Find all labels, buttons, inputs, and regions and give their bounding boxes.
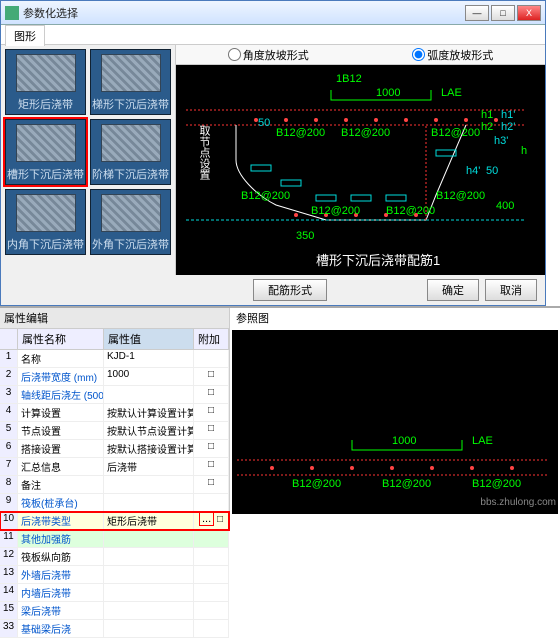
prop-row[interactable]: 11其他加强筋 [0, 530, 229, 548]
cad-node-label: 取节点设置 [196, 125, 212, 180]
palette-item-rect[interactable]: 矩形后浇带 [5, 49, 86, 115]
tab-row: 图形 [1, 25, 545, 45]
prop-row[interactable]: 1名称KJD-1 [0, 350, 229, 368]
col-extra: 附加 [194, 329, 229, 349]
cad-h2: h2 [481, 121, 493, 133]
prop-row[interactable]: 2后浇带宽度 (mm)1000□ [0, 368, 229, 386]
cad-b12-6: B12@200 [386, 205, 435, 217]
ok-button[interactable]: 确定 [427, 279, 479, 301]
cancel-button[interactable]: 取消 [485, 279, 537, 301]
preview-title: 参照图 [230, 308, 560, 328]
app-icon [5, 6, 19, 20]
dialog-buttons: 配筋形式 确定 取消 [1, 275, 545, 305]
prop-row[interactable]: 10后浇带类型矩形后浇带... □ [0, 512, 229, 530]
prop-row[interactable]: 8备注□ [0, 476, 229, 494]
prop-row[interactable]: 9筏板(桩承台) [0, 494, 229, 512]
cad-b12-3: B12@200 [431, 127, 480, 139]
prop-header: 属性名称 属性值 附加 [0, 329, 229, 350]
prop-row[interactable]: 15梁后浇带 [0, 602, 229, 620]
cad-h1: h1 [481, 109, 493, 121]
prop-row[interactable]: 12筏板纵向筋 [0, 548, 229, 566]
palette-item-outer[interactable]: 外角下沉后浇带 [90, 189, 171, 255]
close-button[interactable]: X [517, 5, 541, 21]
cad-h1p: h1' [501, 109, 515, 121]
watermark: bbs.zhulong.com [480, 497, 556, 508]
cad-b12-1: B12@200 [276, 127, 325, 139]
lower-panel: 属性编辑 属性名称 属性值 附加 1名称KJD-12后浇带宽度 (mm)1000… [0, 306, 560, 516]
cad-h: h [521, 145, 527, 157]
cad2-lae: LAE [472, 435, 493, 447]
cad2-b12b: B12@200 [382, 478, 431, 490]
col-value: 属性值 [104, 329, 194, 349]
cad-lae: LAE [441, 87, 462, 99]
cad-50a: 50 [486, 165, 498, 177]
cad-h4p: h4' [466, 165, 480, 177]
shape-palette: 矩形后浇带 梯形下沉后浇带 槽形下沉后浇带 阶梯下沉后浇带 内角下沉后浇带 外角… [1, 45, 176, 275]
palette-label: 外角下沉后浇带 [92, 236, 169, 252]
cad-b12-5: B12@200 [311, 205, 360, 217]
cad-rebar-top: 1B12 [336, 73, 362, 85]
prop-row[interactable]: 7汇总信息后浇带□ [0, 458, 229, 476]
prop-row[interactable]: 13外墙后浇带 [0, 566, 229, 584]
cad-preview-main[interactable]: 1B12 1000 LAE B12@200 B12@200 B12@200 B1… [176, 65, 545, 275]
cad-50b: 50 [258, 117, 270, 129]
palette-item-inner[interactable]: 内角下沉后浇带 [5, 189, 86, 255]
preview-panel: 参照图 1000 LAE B12@200 B12@200 B12@200 [230, 308, 560, 516]
cad-b12-7: B12@200 [436, 190, 485, 202]
cad-b12-2: B12@200 [341, 127, 390, 139]
cad2-b12a: B12@200 [292, 478, 341, 490]
palette-label: 阶梯下沉后浇带 [92, 166, 169, 182]
cad-svg [176, 65, 536, 270]
titlebar[interactable]: 参数化选择 — □ X [1, 1, 545, 25]
cad-h3p: h3' [494, 135, 508, 147]
palette-label: 梯形下沉后浇带 [92, 96, 169, 112]
cad-preview-ref[interactable]: 1000 LAE B12@200 B12@200 B12@200 [232, 330, 558, 514]
palette-item-trap[interactable]: 梯形下沉后浇带 [90, 49, 171, 115]
palette-item-groove[interactable]: 槽形下沉后浇带 [5, 119, 86, 185]
maximize-button[interactable]: □ [491, 5, 515, 21]
prop-row[interactable]: 5节点设置按默认节点设置计算□ [0, 422, 229, 440]
prop-row[interactable]: 33基础梁后浇 [0, 620, 229, 638]
cad-350: 350 [296, 230, 314, 242]
tab-shape[interactable]: 图形 [5, 25, 45, 46]
property-editor: 属性编辑 属性名称 属性值 附加 1名称KJD-12后浇带宽度 (mm)1000… [0, 308, 230, 516]
cad-title: 槽形下沉后浇带配筋1 [316, 250, 440, 269]
radio-row: 角度放坡形式 弧度放坡形式 [176, 45, 545, 65]
prop-row[interactable]: 14内墙后浇带 [0, 584, 229, 602]
palette-label: 内角下沉后浇带 [7, 236, 84, 252]
prop-row[interactable]: 4计算设置按默认计算设置计算□ [0, 404, 229, 422]
radio-arc[interactable]: 弧度放坡形式 [412, 47, 493, 63]
cad-b12-4: B12@200 [241, 190, 290, 202]
palette-label: 槽形下沉后浇带 [7, 166, 84, 182]
prop-rows: 1名称KJD-12后浇带宽度 (mm)1000□3轴线距后浇左 (500)□4计… [0, 350, 229, 638]
prop-row[interactable]: 6搭接设置按默认搭接设置计算□ [0, 440, 229, 458]
minimize-button[interactable]: — [465, 5, 489, 21]
palette-label: 矩形后浇带 [18, 96, 73, 112]
palette-item-step[interactable]: 阶梯下沉后浇带 [90, 119, 171, 185]
param-dialog: 参数化选择 — □ X 图形 矩形后浇带 梯形下沉后浇带 槽形下沉后浇带 阶梯下… [0, 0, 546, 306]
col-name: 属性名称 [18, 329, 104, 349]
cad2-1000: 1000 [392, 435, 416, 447]
cad-dim-1000: 1000 [376, 87, 400, 99]
rebar-style-button[interactable]: 配筋形式 [253, 279, 327, 301]
prop-row[interactable]: 3轴线距后浇左 (500)□ [0, 386, 229, 404]
prop-title: 属性编辑 [0, 308, 229, 329]
cad-h2p: h2' [501, 121, 515, 133]
radio-angle[interactable]: 角度放坡形式 [228, 47, 309, 63]
dialog-title: 参数化选择 [23, 5, 465, 21]
cad2-b12c: B12@200 [472, 478, 521, 490]
cad-400: 400 [496, 200, 514, 212]
